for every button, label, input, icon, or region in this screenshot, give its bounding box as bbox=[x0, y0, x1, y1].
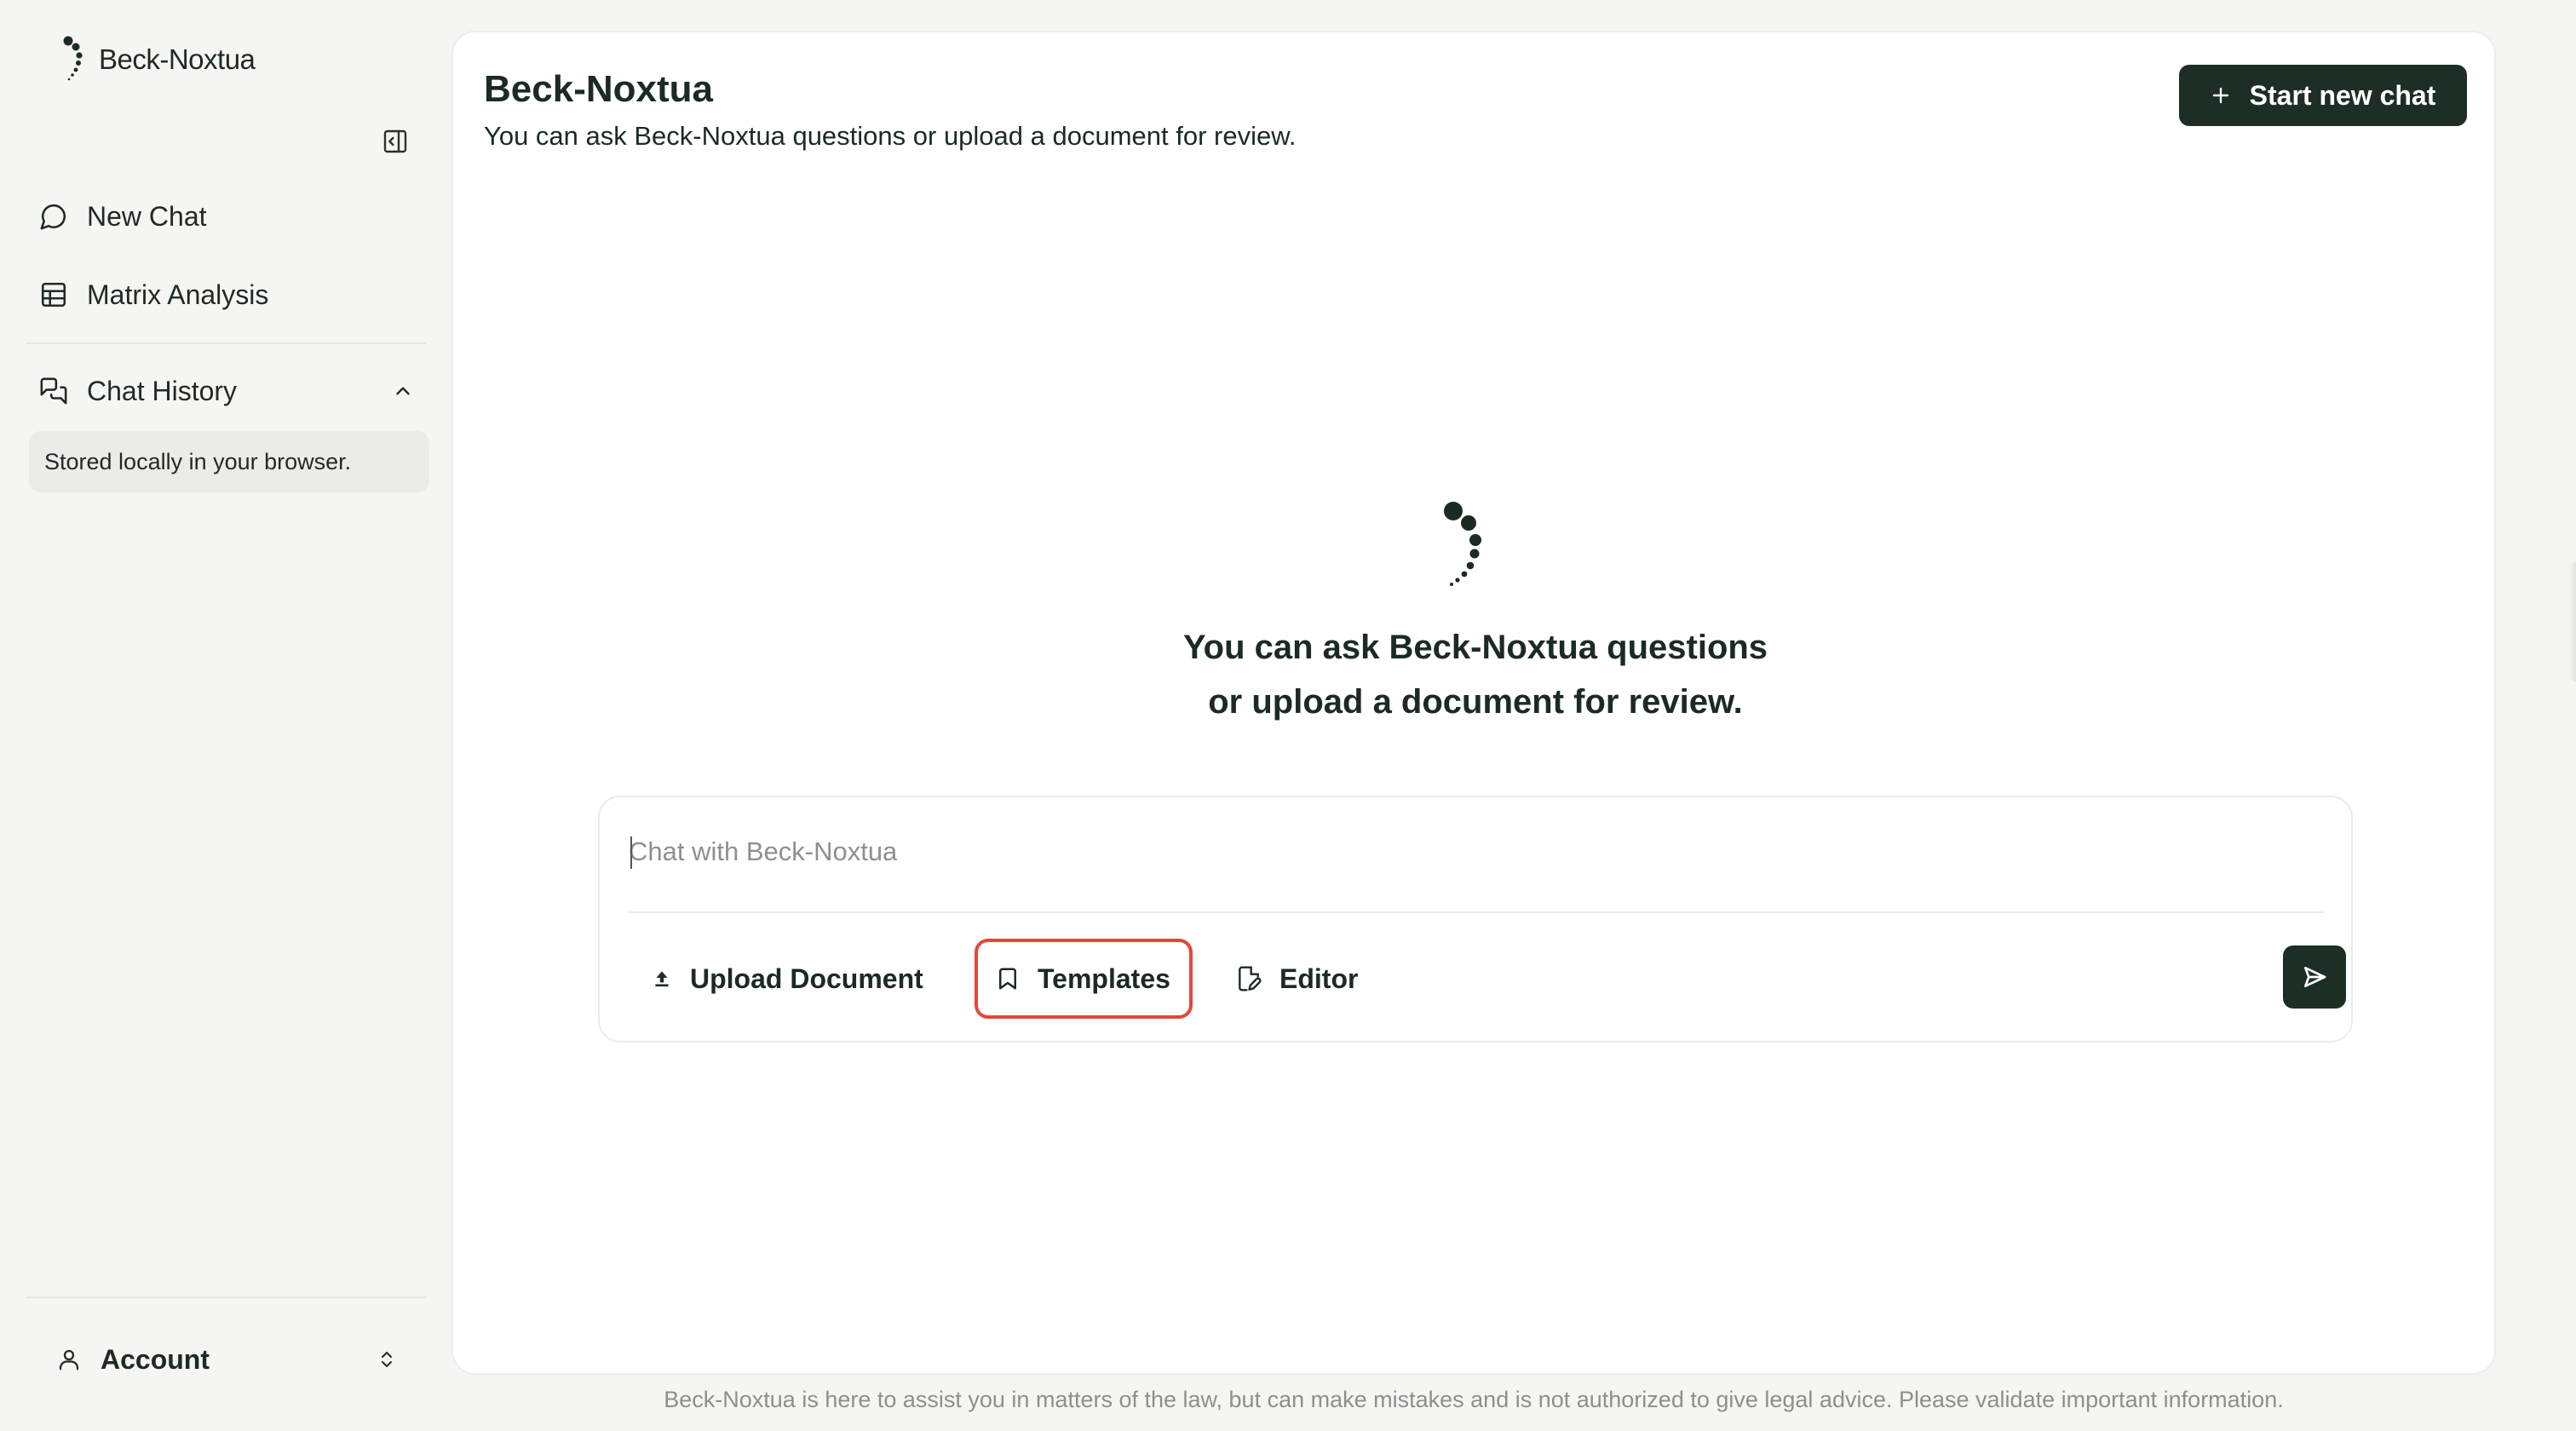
bookmark-icon bbox=[995, 964, 1021, 993]
chat-input[interactable] bbox=[629, 828, 2298, 876]
hero-line: or upload a document for review. bbox=[1208, 683, 1743, 721]
chevron-up-icon bbox=[392, 380, 414, 402]
chat-history-toggle[interactable]: Chat History bbox=[39, 367, 414, 415]
templates-button[interactable]: Templates bbox=[975, 939, 1193, 1019]
legal-disclaimer: Beck-Noxtua is here to assist you in mat… bbox=[664, 1387, 2284, 1412]
upload-document-label: Upload Document bbox=[690, 963, 923, 994]
composer-divider bbox=[629, 911, 2324, 913]
sidebar-item-new-chat[interactable]: New Chat bbox=[39, 193, 423, 240]
page-title: Beck-Noxtua bbox=[484, 68, 713, 110]
plus-icon bbox=[2211, 85, 2231, 106]
sidebar-item-matrix-analysis[interactable]: Matrix Analysis bbox=[39, 271, 423, 319]
start-new-chat-button[interactable]: Start new chat bbox=[2179, 65, 2467, 126]
file-edit-icon bbox=[1235, 964, 1262, 993]
chat-history-icon bbox=[39, 376, 68, 405]
sidebar-divider bbox=[26, 1296, 426, 1298]
editor-label: Editor bbox=[1279, 963, 1359, 994]
start-new-chat-label: Start new chat bbox=[2249, 79, 2436, 111]
send-button[interactable] bbox=[2283, 945, 2346, 1009]
upload-document-button[interactable]: Upload Document bbox=[651, 939, 923, 1019]
sidebar-item-label: Matrix Analysis bbox=[87, 279, 269, 310]
sidebar-item-label: New Chat bbox=[87, 200, 207, 232]
editor-button[interactable]: Editor bbox=[1235, 939, 1358, 1019]
chat-history-note: Stored locally in your browser. bbox=[29, 431, 429, 492]
chat-bubble-icon bbox=[39, 202, 68, 231]
hero-message: You can ask Beck-Noxtua questions or upl… bbox=[453, 620, 2498, 729]
main-panel: Beck-Noxtua You can ask Beck-Noxtua ques… bbox=[451, 31, 2496, 1375]
templates-label: Templates bbox=[1038, 963, 1170, 994]
hero-line: You can ask Beck-Noxtua questions bbox=[1182, 629, 1768, 666]
upload-arrow-icon bbox=[651, 968, 673, 990]
brand-logo[interactable]: Beck-Noxtua bbox=[61, 34, 256, 85]
account-menu[interactable]: Account bbox=[56, 1334, 397, 1385]
sidebar-collapse-icon bbox=[382, 128, 409, 155]
edge-handle bbox=[2569, 562, 2576, 681]
sidebar: Beck-Noxtua New Chat Matrix Analysis Cha… bbox=[0, 0, 451, 1431]
page-subtitle: You can ask Beck-Noxtua questions or upl… bbox=[484, 121, 1297, 151]
sidebar-collapse-button[interactable] bbox=[380, 126, 411, 157]
text-caret bbox=[630, 836, 632, 869]
account-label: Account bbox=[101, 1343, 210, 1375]
brand-name: Beck-Noxtua bbox=[99, 43, 256, 75]
chat-composer: Upload Document Templates Editor bbox=[598, 796, 2353, 1043]
table-grid-icon bbox=[39, 280, 68, 309]
chevron-up-down-icon bbox=[377, 1347, 397, 1372]
dots-arc-icon bbox=[61, 34, 90, 85]
chat-history-title: Chat History bbox=[87, 375, 238, 406]
center-logo-icon bbox=[1435, 487, 1494, 589]
sidebar-divider bbox=[26, 342, 426, 344]
user-icon bbox=[56, 1347, 82, 1372]
send-icon bbox=[2301, 963, 2328, 991]
